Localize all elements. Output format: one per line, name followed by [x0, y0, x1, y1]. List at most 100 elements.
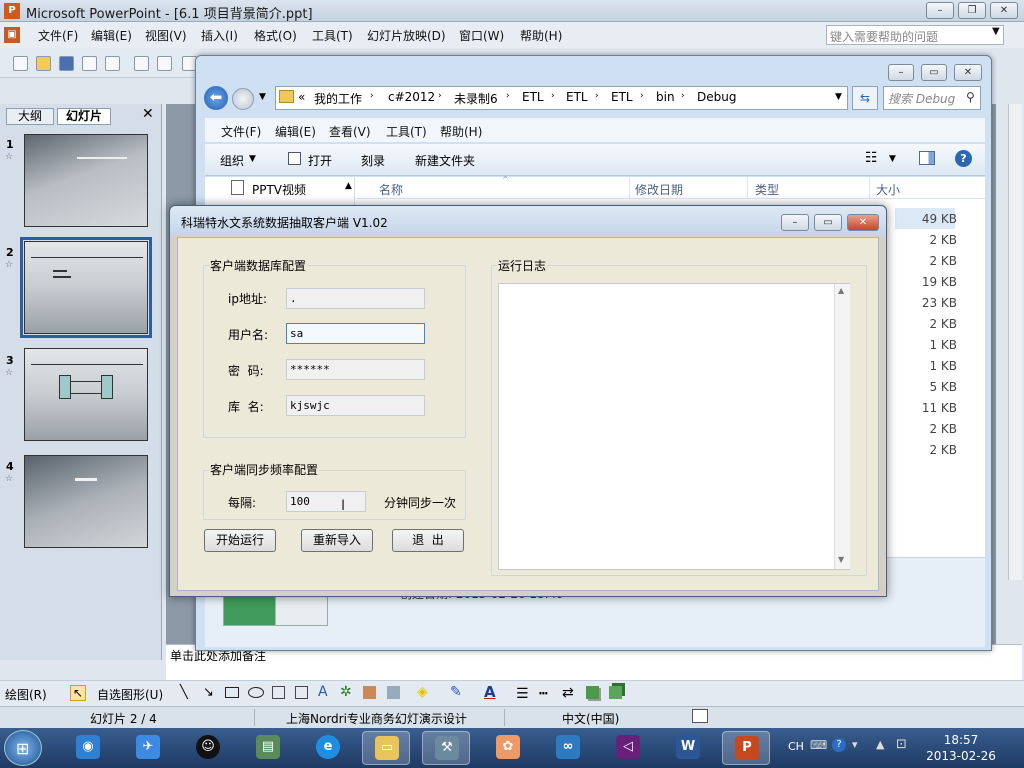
- dialog-maximize-button[interactable]: ▭: [814, 214, 842, 231]
- explorer-menu-help[interactable]: 帮助(H): [440, 123, 482, 140]
- menu-file[interactable]: 文件(F): [38, 27, 78, 44]
- taskbar-app[interactable]: ✈: [124, 731, 172, 765]
- taskbar-app[interactable]: P: [722, 731, 770, 765]
- taskbar-app[interactable]: ∞: [544, 731, 592, 765]
- help-dropdown-icon[interactable]: ▼: [992, 26, 1000, 37]
- diagram-icon[interactable]: ✲: [340, 684, 352, 700]
- menu-window[interactable]: 窗口(W): [459, 27, 504, 44]
- slide-thumbnail-2[interactable]: [20, 237, 152, 338]
- clock[interactable]: 18:57 2013-02-26: [926, 732, 996, 764]
- dash-style-icon[interactable]: ┅: [539, 686, 547, 702]
- explorer-menu-tools[interactable]: 工具(T): [386, 123, 427, 140]
- taskbar-app[interactable]: ◉: [64, 731, 112, 765]
- column-name[interactable]: 名称: [379, 181, 403, 198]
- menu-tools[interactable]: 工具(T): [312, 27, 353, 44]
- slide-thumbnail-4[interactable]: [24, 455, 148, 548]
- print-preview-icon[interactable]: [157, 56, 172, 71]
- breadcrumb-item[interactable]: ETL: [566, 90, 588, 104]
- password-input[interactable]: ******: [286, 359, 425, 380]
- email-icon[interactable]: [105, 56, 120, 71]
- spell-check-icon[interactable]: [692, 709, 708, 723]
- start-button[interactable]: 开始运行: [204, 529, 276, 552]
- menu-slideshow[interactable]: 幻灯片放映(D): [367, 27, 446, 44]
- preview-pane-icon[interactable]: [919, 151, 935, 165]
- line-color-icon[interactable]: ✎: [450, 684, 462, 700]
- oval-tool-icon[interactable]: [248, 687, 264, 698]
- help-icon[interactable]: ?: [832, 738, 846, 752]
- breadcrumb-item[interactable]: Debug: [697, 90, 736, 104]
- address-bar[interactable]: « 我的工作 › c#2012 › 未录制6 › ETL › ETL › ETL…: [275, 86, 848, 110]
- help-icon[interactable]: ?: [955, 150, 972, 167]
- view-options-icon[interactable]: ☷: [865, 150, 878, 166]
- menu-view[interactable]: 视图(V): [145, 27, 187, 44]
- open-icon[interactable]: [36, 56, 51, 71]
- exit-button[interactable]: 退 出: [392, 529, 464, 552]
- refresh-icon[interactable]: ⇆: [852, 86, 878, 110]
- restore-button[interactable]: ❐: [958, 2, 986, 19]
- column-type[interactable]: 类型: [755, 181, 779, 198]
- font-color-icon[interactable]: A: [484, 683, 496, 701]
- wordart-icon[interactable]: A: [318, 684, 328, 700]
- scroll-up-icon[interactable]: ▲: [838, 286, 844, 295]
- taskbar-app[interactable]: ▤: [244, 731, 292, 765]
- taskbar-app[interactable]: ☺: [184, 731, 232, 765]
- address-dropdown-icon[interactable]: ▼: [835, 92, 842, 102]
- line-style-icon[interactable]: ☰: [516, 686, 529, 702]
- show-hidden-icons-icon[interactable]: ▲: [876, 738, 884, 751]
- taskbar-app[interactable]: W: [664, 731, 712, 765]
- vertical-textbox-icon[interactable]: [295, 686, 308, 699]
- nav-item[interactable]: PPTV视频: [252, 181, 306, 198]
- breadcrumb-item[interactable]: 未录制6: [454, 90, 498, 107]
- tab-slides[interactable]: 幻灯片: [57, 108, 111, 125]
- menu-insert[interactable]: 插入(I): [201, 27, 238, 44]
- open-button[interactable]: 打开: [308, 152, 332, 169]
- scroll-down-icon[interactable]: ▼: [838, 555, 844, 564]
- search-icon[interactable]: ⚲: [966, 90, 975, 104]
- dialog-close-button[interactable]: ✕: [847, 214, 879, 231]
- close-panel-icon[interactable]: ✕: [142, 106, 154, 122]
- explorer-close-button[interactable]: ✕: [954, 64, 982, 81]
- clipart-icon[interactable]: [363, 686, 376, 699]
- breadcrumb-item[interactable]: 我的工作: [314, 90, 362, 107]
- fill-color-icon[interactable]: ◈: [417, 684, 428, 700]
- column-date[interactable]: 修改日期: [635, 181, 683, 198]
- arrow-tool-icon[interactable]: ↘: [203, 685, 214, 700]
- menu-help[interactable]: 帮助(H): [520, 27, 562, 44]
- picture-icon[interactable]: [387, 686, 400, 699]
- save-icon[interactable]: [59, 56, 74, 71]
- breadcrumb-item[interactable]: ETL: [611, 90, 633, 104]
- reimport-button[interactable]: 重新导入: [301, 529, 373, 552]
- draw-menu-button[interactable]: 绘图(R): [5, 686, 47, 703]
- 3d-style-icon[interactable]: [609, 686, 622, 699]
- shadow-style-icon[interactable]: [586, 686, 599, 699]
- log-textarea[interactable]: ▲ ▼: [498, 283, 850, 570]
- input-language-indicator[interactable]: CH: [788, 740, 804, 753]
- print-icon[interactable]: [134, 56, 149, 71]
- taskbar-app[interactable]: e: [304, 731, 352, 765]
- new-icon[interactable]: [13, 56, 28, 71]
- forward-button[interactable]: [232, 88, 254, 110]
- permission-icon[interactable]: [82, 56, 97, 71]
- history-dropdown-icon[interactable]: ▼: [259, 92, 266, 102]
- column-separator[interactable]: [869, 177, 870, 199]
- tab-outline[interactable]: 大纲: [6, 108, 54, 125]
- column-size[interactable]: 大小: [876, 181, 900, 198]
- breadcrumb-item[interactable]: c#2012: [388, 90, 435, 104]
- back-button[interactable]: ⬅: [204, 86, 228, 110]
- taskbar-app[interactable]: ⚒: [422, 731, 470, 765]
- log-scrollbar[interactable]: ▲ ▼: [834, 284, 850, 569]
- textbox-icon[interactable]: [272, 686, 285, 699]
- interval-input[interactable]: 100: [286, 491, 366, 512]
- arrow-style-icon[interactable]: ⇄: [562, 685, 574, 701]
- rectangle-tool-icon[interactable]: [225, 687, 239, 698]
- tray-menu-icon[interactable]: ▾: [852, 738, 858, 751]
- slide-thumbnail-3[interactable]: [24, 348, 148, 441]
- column-separator[interactable]: [747, 177, 748, 199]
- username-input[interactable]: sa: [286, 323, 425, 344]
- minimize-button[interactable]: –: [926, 2, 954, 19]
- close-button[interactable]: ✕: [990, 2, 1018, 19]
- taskbar-app[interactable]: ✿: [484, 731, 532, 765]
- explorer-menu-file[interactable]: 文件(F): [221, 123, 261, 140]
- help-search-input[interactable]: 键入需要帮助的问题: [826, 25, 1004, 45]
- dialog-minimize-button[interactable]: –: [781, 214, 809, 231]
